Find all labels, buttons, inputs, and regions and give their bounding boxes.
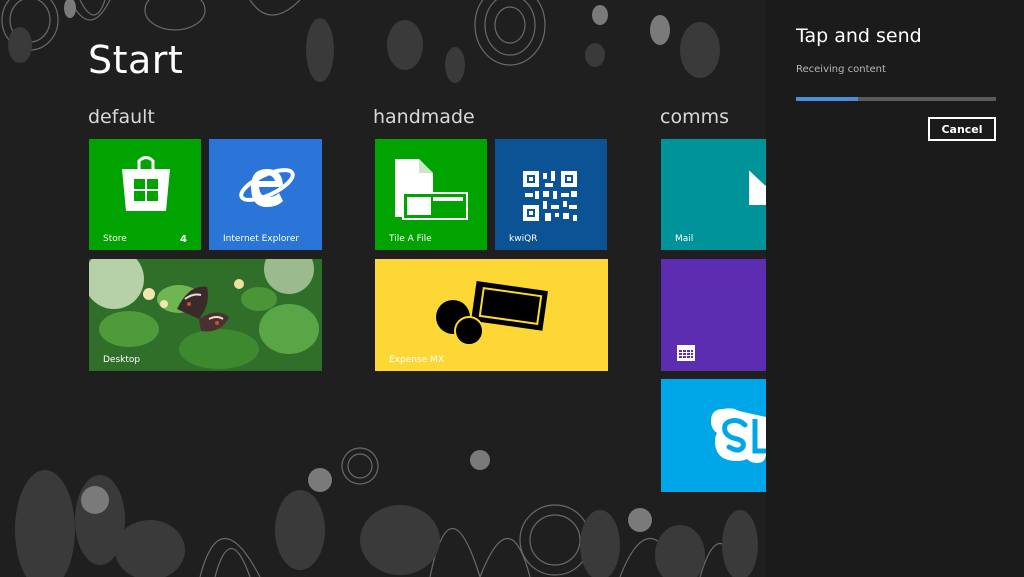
tile-mail[interactable]: Mail [661, 139, 766, 250]
mail-envelope-icon [749, 168, 766, 205]
tile-kwiqr[interactable]: kwiQR [495, 139, 607, 250]
internet-explorer-icon [239, 168, 295, 207]
charm-title: Tap and send [796, 25, 922, 47]
progress-bar [796, 97, 996, 101]
file-tile-icon [395, 159, 468, 220]
tile-internet-explorer-label: Internet Explorer [223, 234, 300, 244]
tile-calendar[interactable] [661, 259, 766, 371]
cancel-button[interactable]: Cancel [928, 117, 996, 141]
tile-expense-mx[interactable]: Expense MX [375, 259, 608, 371]
qr-code-icon [523, 171, 577, 221]
tile-skype[interactable] [661, 379, 766, 492]
group-label-default: default [88, 106, 155, 128]
tile-mail-label: Mail [675, 234, 694, 244]
group-label-comms: comms [660, 106, 729, 128]
start-screen: Start default handmade comms Store 4 Int… [0, 0, 766, 577]
tile-store-badge: 4 [180, 234, 187, 245]
tile-expense-mx-label: Expense MX [389, 355, 444, 365]
tile-store-label: Store [103, 234, 127, 244]
tile-tile-a-file-label: Tile A File [389, 234, 432, 244]
tile-desktop[interactable]: Desktop [89, 259, 322, 371]
start-title: Start [88, 38, 184, 82]
tile-kwiqr-label: kwiQR [509, 234, 538, 244]
tile-tile-a-file[interactable]: Tile A File [375, 139, 487, 250]
skype-icon [711, 408, 766, 463]
calendar-icon [677, 345, 695, 361]
charm-status-text: Receiving content [796, 64, 886, 75]
tap-and-send-charm: Tap and send Receiving content Cancel [766, 0, 1024, 577]
tile-internet-explorer[interactable]: Internet Explorer [209, 139, 322, 250]
wallet-coins-icon [436, 281, 548, 346]
tile-desktop-label: Desktop [103, 355, 141, 365]
store-bag-icon [122, 156, 170, 211]
tile-store[interactable]: Store 4 [89, 139, 201, 250]
progress-bar-fill [796, 97, 858, 101]
group-label-handmade: handmade [373, 106, 475, 128]
